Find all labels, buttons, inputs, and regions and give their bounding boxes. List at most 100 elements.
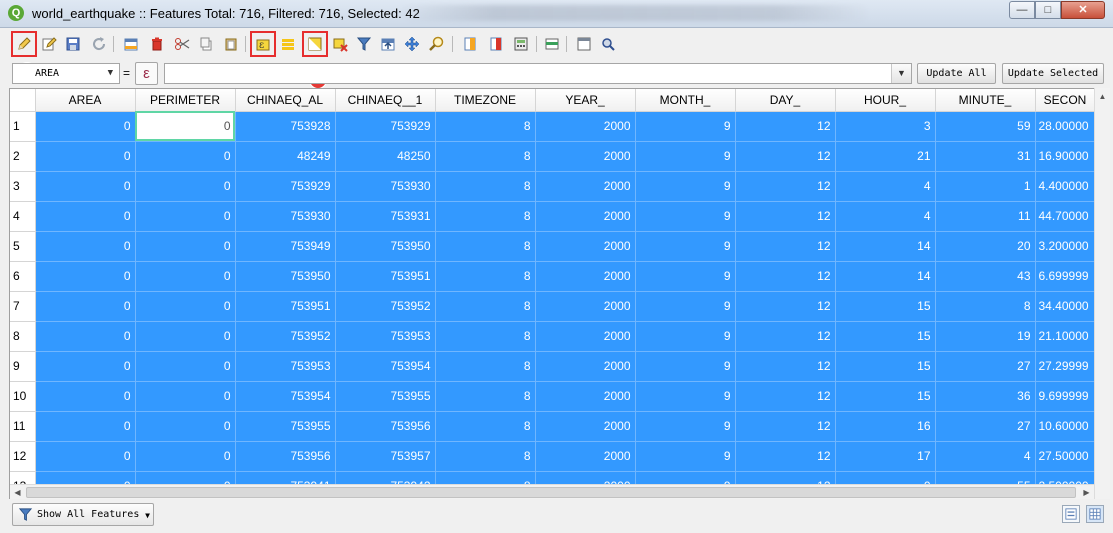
row-number[interactable]: 6: [10, 261, 36, 292]
table-cell[interactable]: 12: [735, 141, 836, 172]
table-cell[interactable]: 12: [735, 201, 836, 232]
table-cell[interactable]: 2000: [535, 381, 636, 412]
table-cell[interactable]: 8: [435, 351, 536, 382]
table-cell[interactable]: 2000: [535, 321, 636, 352]
table-corner[interactable]: [10, 89, 36, 112]
table-cell[interactable]: 0: [35, 171, 136, 202]
update-all-button[interactable]: Update All: [917, 63, 996, 84]
table-cell[interactable]: 753928: [235, 111, 336, 142]
column-header[interactable]: SECON: [1035, 89, 1096, 112]
table-cell[interactable]: 15: [835, 321, 936, 352]
new-field-button[interactable]: [460, 33, 480, 55]
table-cell[interactable]: 8: [435, 261, 536, 292]
table-cell[interactable]: 12: [735, 231, 836, 262]
column-header[interactable]: YEAR_: [535, 89, 636, 112]
table-cell[interactable]: 3.200000: [1035, 231, 1096, 262]
table-cell[interactable]: 21.10000: [1035, 321, 1096, 352]
table-row[interactable]: 1 0 0 753928 753929 8 2000 9 12 3 59 28.00000: [10, 111, 1096, 142]
table-cell[interactable]: 753951: [235, 291, 336, 322]
table-cell[interactable]: 12: [735, 351, 836, 382]
table-cell[interactable]: 0: [35, 441, 136, 472]
table-cell[interactable]: 4: [835, 201, 936, 232]
update-selected-button[interactable]: Update Selected: [1002, 63, 1104, 84]
table-row[interactable]: 4 0 0 753930 753931 8 2000 9 12 4 11 44.70000: [10, 201, 1096, 232]
multi-edit-button[interactable]: [39, 33, 59, 55]
horizontal-scrollbar[interactable]: ◀ ▶: [10, 484, 1094, 499]
column-header[interactable]: PERIMETER: [135, 89, 236, 112]
horizontal-scroll-thumb[interactable]: [26, 487, 1076, 498]
column-header[interactable]: HOUR_: [835, 89, 936, 112]
table-cell[interactable]: 15: [835, 381, 936, 412]
table-cell[interactable]: 0: [35, 111, 136, 142]
table-cell[interactable]: 753953: [335, 321, 436, 352]
row-number[interactable]: 11: [10, 411, 36, 442]
table-cell[interactable]: 0: [35, 381, 136, 412]
row-number[interactable]: 8: [10, 321, 36, 352]
table-cell[interactable]: 27.50000: [1035, 441, 1096, 472]
column-header[interactable]: TIMEZONE: [435, 89, 536, 112]
select-all-button[interactable]: [278, 33, 298, 55]
table-cell[interactable]: 59: [935, 111, 1036, 142]
table-cell[interactable]: 17: [835, 441, 936, 472]
table-cell[interactable]: 0: [35, 351, 136, 382]
table-cell[interactable]: 753950: [235, 261, 336, 292]
table-cell[interactable]: 4: [935, 441, 1036, 472]
table-cell[interactable]: 8: [435, 411, 536, 442]
table-cell[interactable]: 9: [635, 171, 736, 202]
column-header[interactable]: CHINAEQ__1: [335, 89, 436, 112]
column-header[interactable]: MONTH_: [635, 89, 736, 112]
table-cell[interactable]: 8: [435, 171, 536, 202]
table-cell[interactable]: 9: [635, 231, 736, 262]
table-cell[interactable]: 753950: [335, 231, 436, 262]
table-cell[interactable]: 0: [35, 321, 136, 352]
table-cell[interactable]: 0: [135, 351, 236, 382]
table-row[interactable]: 7 0 0 753951 753952 8 2000 9 12 15 8 34.40000: [10, 291, 1096, 322]
table-row[interactable]: 8 0 0 753952 753953 8 2000 9 12 15 19 21.10000: [10, 321, 1096, 352]
table-cell[interactable]: 8: [435, 381, 536, 412]
table-cell[interactable]: 753955: [335, 381, 436, 412]
expression-builder-button[interactable]: ε: [135, 62, 158, 85]
table-cell[interactable]: 0: [135, 411, 236, 442]
zoom-to-selection-button[interactable]: [427, 33, 447, 55]
close-button[interactable]: ✕: [1061, 1, 1105, 19]
table-cell[interactable]: 2000: [535, 111, 636, 142]
table-cell[interactable]: 2000: [535, 351, 636, 382]
table-cell[interactable]: 6.699999: [1035, 261, 1096, 292]
cut-button[interactable]: [172, 33, 192, 55]
table-cell[interactable]: 753955: [235, 411, 336, 442]
table-cell[interactable]: 753952: [235, 321, 336, 352]
deselect-all-button[interactable]: [330, 33, 350, 55]
table-cell[interactable]: 27: [935, 411, 1036, 442]
table-cell[interactable]: 753929: [235, 171, 336, 202]
show-all-features-dropdown[interactable]: Show All Features ▼: [12, 503, 154, 526]
invert-selection-button[interactable]: [302, 31, 328, 57]
filter-selected-button[interactable]: [354, 33, 374, 55]
table-cell[interactable]: 0: [135, 261, 236, 292]
table-cell[interactable]: 4: [835, 171, 936, 202]
expression-input[interactable]: ▼: [164, 63, 912, 84]
table-cell[interactable]: 10.60000: [1035, 411, 1096, 442]
table-cell[interactable]: 0: [35, 231, 136, 262]
table-row[interactable]: 2 0 0 48249 48250 8 2000 9 12 21 31 16.90000: [10, 141, 1096, 172]
table-cell[interactable]: 9: [635, 321, 736, 352]
table-cell[interactable]: 21: [835, 141, 936, 172]
table-cell[interactable]: 2000: [535, 141, 636, 172]
table-cell[interactable]: 19: [935, 321, 1036, 352]
table-cell[interactable]: 0: [35, 261, 136, 292]
table-cell[interactable]: 14: [835, 261, 936, 292]
table-cell[interactable]: 753956: [235, 441, 336, 472]
table-cell[interactable]: 753956: [335, 411, 436, 442]
row-number[interactable]: 4: [10, 201, 36, 232]
table-cell[interactable]: 0: [135, 111, 236, 142]
table-cell[interactable]: 11: [935, 201, 1036, 232]
table-cell[interactable]: 43: [935, 261, 1036, 292]
row-number[interactable]: 12: [10, 441, 36, 472]
maximize-button[interactable]: □: [1035, 1, 1061, 19]
table-cell[interactable]: 1: [935, 171, 1036, 202]
table-cell[interactable]: 0: [135, 231, 236, 262]
table-cell[interactable]: 27: [935, 351, 1036, 382]
table-cell[interactable]: 3: [835, 111, 936, 142]
row-number[interactable]: 1: [10, 111, 36, 142]
delete-selected-button[interactable]: [147, 33, 167, 55]
table-cell[interactable]: 0: [135, 441, 236, 472]
